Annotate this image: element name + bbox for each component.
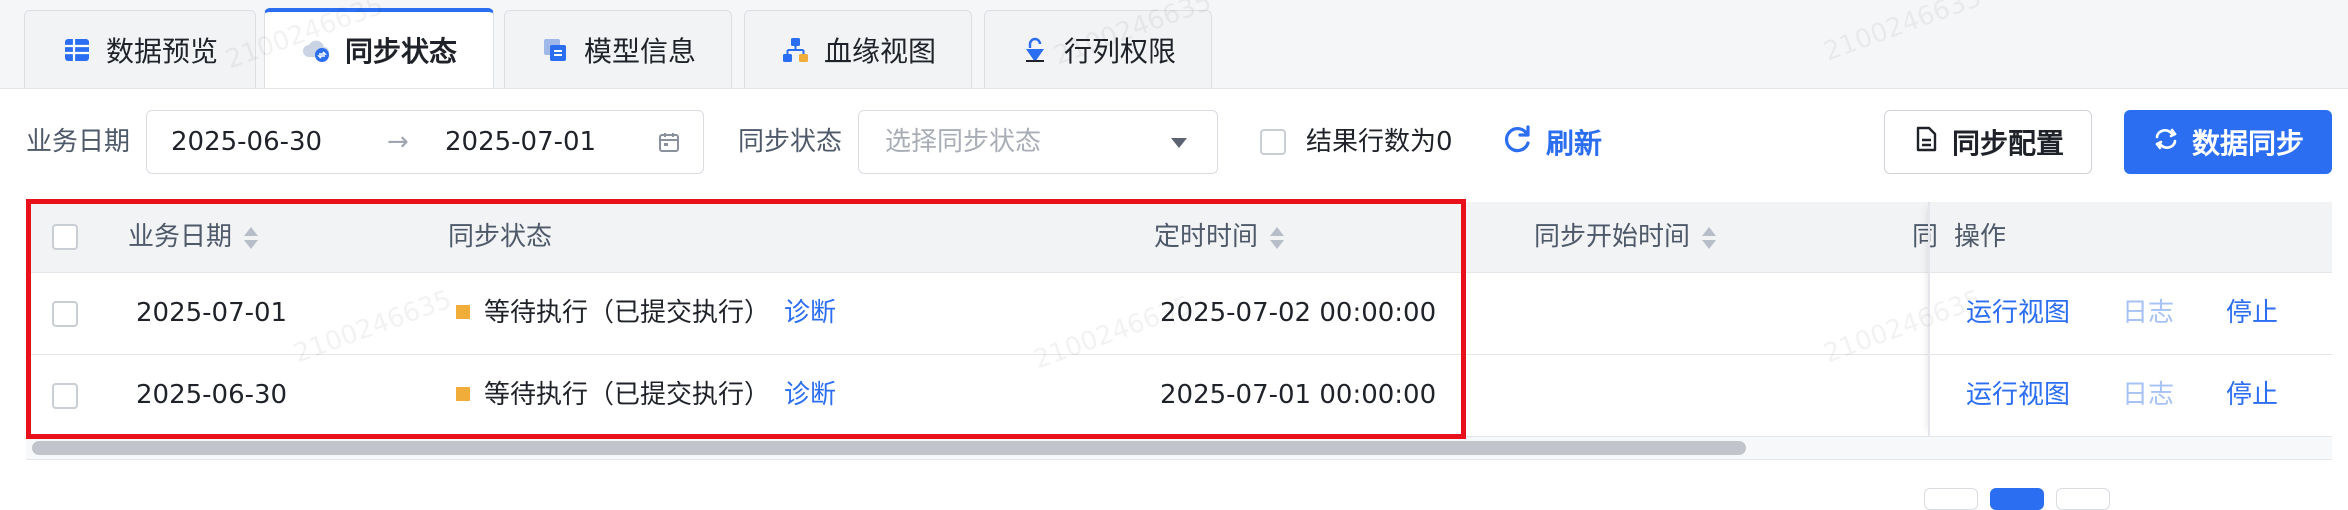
sync-config-label: 同步配置 bbox=[1951, 127, 2064, 160]
tab-model-info[interactable]: 模型信息 bbox=[504, 10, 732, 88]
sync-status-placeholder: 选择同步状态 bbox=[885, 127, 1042, 157]
cloud-sync-icon bbox=[301, 35, 331, 65]
filter-bar: 业务日期 2025-06-30 → 2025-07-01 同步状态 选择同步状态… bbox=[0, 110, 2348, 174]
sort-icon[interactable] bbox=[1702, 225, 1717, 251]
scrollbar-thumb[interactable] bbox=[32, 441, 1746, 455]
cell-biz-date: 2025-06-30 bbox=[136, 380, 288, 410]
header-biz-date[interactable]: 业务日期 bbox=[128, 202, 259, 272]
cell-scheduled-time: 2025-07-01 00:00:00 bbox=[1160, 380, 1437, 410]
data-sync-label: 数据同步 bbox=[2191, 127, 2304, 160]
status-waiting-icon bbox=[456, 304, 470, 319]
sync-arrows-icon bbox=[2152, 125, 2180, 160]
row-checkbox[interactable] bbox=[52, 301, 78, 327]
tab-label: 血缘视图 bbox=[823, 34, 936, 68]
diagnose-link[interactable]: 诊断 bbox=[784, 273, 836, 354]
end-date-input[interactable]: 2025-07-01 bbox=[445, 111, 596, 173]
cell-sync-status: 等待执行（已提交执行） bbox=[456, 273, 770, 354]
header-scheduled-time[interactable]: 定时时间 bbox=[1154, 202, 1285, 272]
tab-row-col-permission[interactable]: 行列权限 bbox=[984, 10, 1212, 88]
diagnose-link[interactable]: 诊断 bbox=[784, 355, 836, 436]
data-sync-button[interactable]: 数据同步 bbox=[2124, 110, 2332, 174]
row-checkbox[interactable] bbox=[52, 383, 78, 409]
cell-sync-status: 等待执行（已提交执行） bbox=[456, 355, 770, 436]
zero-rows-checkbox[interactable] bbox=[1260, 129, 1286, 155]
pagination-current-page[interactable] bbox=[1990, 488, 2044, 510]
tab-data-preview[interactable]: 数据预览 bbox=[24, 10, 256, 88]
range-separator: → bbox=[387, 127, 409, 157]
status-waiting-icon bbox=[456, 386, 470, 401]
model-info-icon bbox=[540, 35, 570, 65]
sync-config-button[interactable]: 同步配置 bbox=[1884, 110, 2092, 174]
tab-label: 模型信息 bbox=[583, 34, 696, 68]
date-range-picker[interactable]: 2025-06-30 → 2025-07-01 bbox=[146, 110, 704, 174]
zero-rows-label: 结果行数为0 bbox=[1306, 127, 1453, 157]
calendar-icon[interactable] bbox=[657, 130, 681, 154]
tab-bar: 数据预览 同步状态 模型信息 血缘视图 行列权限 bbox=[0, 0, 2348, 89]
tab-label: 同步状态 bbox=[344, 35, 457, 68]
sort-icon[interactable] bbox=[1270, 225, 1285, 251]
header-sync-status: 同步状态 bbox=[448, 222, 553, 252]
document-icon bbox=[1912, 125, 1940, 160]
select-all-checkbox[interactable] bbox=[52, 224, 78, 250]
refresh-icon bbox=[1502, 123, 1534, 162]
cell-scheduled-time: 2025-07-02 00:00:00 bbox=[1160, 298, 1437, 328]
start-date-input[interactable]: 2025-06-30 bbox=[171, 111, 322, 173]
sync-status-select[interactable]: 选择同步状态 bbox=[858, 110, 1218, 174]
biz-date-label: 业务日期 bbox=[26, 127, 131, 157]
sync-status-label: 同步状态 bbox=[738, 127, 843, 157]
pagination-prev-button[interactable] bbox=[1924, 488, 1978, 510]
pagination-next-button[interactable] bbox=[2056, 488, 2110, 510]
table-grid-icon bbox=[62, 35, 92, 65]
fixed-actions-column bbox=[1928, 202, 2334, 437]
tab-label: 行列权限 bbox=[1063, 34, 1176, 68]
refresh-label: 刷新 bbox=[1546, 127, 1603, 160]
tab-sync-status[interactable]: 同步状态 bbox=[264, 8, 494, 88]
tab-lineage-view[interactable]: 血缘视图 bbox=[744, 10, 972, 88]
sort-icon[interactable] bbox=[244, 225, 259, 251]
chevron-down-icon bbox=[1171, 138, 1187, 148]
tab-label: 数据预览 bbox=[105, 34, 218, 68]
horizontal-scrollbar[interactable] bbox=[26, 437, 2332, 460]
header-sync-start-time[interactable]: 同步开始时间 bbox=[1534, 202, 1717, 272]
refresh-button[interactable]: 刷新 bbox=[1502, 110, 1602, 174]
lineage-tree-icon bbox=[780, 35, 810, 65]
sync-status-table: 业务日期 同步状态 定时时间 同步开始时间 同 操作 2025-07-01 等待… bbox=[26, 202, 2332, 462]
cell-biz-date: 2025-07-01 bbox=[136, 298, 288, 328]
permission-lock-icon bbox=[1020, 35, 1050, 65]
